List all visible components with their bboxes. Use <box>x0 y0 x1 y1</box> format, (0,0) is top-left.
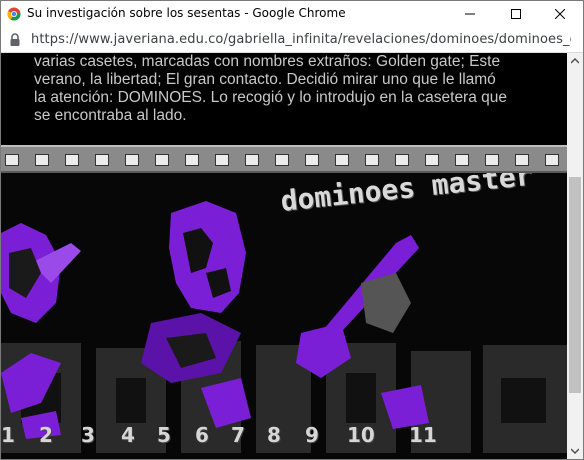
url-text[interactable]: https://www.javeriana.edu.co/gabriella_i… <box>31 32 571 47</box>
track-number-nav: 1 2 3 4 5 6 7 8 9 10 11 <box>1 423 567 459</box>
track-link-4[interactable]: 4 <box>121 423 135 447</box>
minimize-icon <box>465 13 475 15</box>
track-link-7[interactable]: 7 <box>231 423 245 447</box>
scrollbar-thumb[interactable] <box>569 177 581 393</box>
film-hole <box>35 154 49 166</box>
story-line: varias casetes, marcadas con nombres ext… <box>34 53 501 70</box>
film-hole <box>515 154 529 166</box>
story-line: se encontraba al lado. <box>34 107 187 124</box>
film-hole <box>215 154 229 166</box>
scroll-down-button[interactable] <box>567 443 583 459</box>
track-link-10[interactable]: 10 <box>347 423 375 447</box>
close-button[interactable] <box>537 1 583 27</box>
track-link-8[interactable]: 8 <box>267 423 281 447</box>
film-hole <box>185 154 199 166</box>
film-hole <box>245 154 259 166</box>
scroll-up-button[interactable] <box>567 53 583 69</box>
page-viewport: varias casetes, marcadas con nombres ext… <box>1 53 567 459</box>
track-link-2[interactable]: 2 <box>39 423 53 447</box>
maximize-button[interactable] <box>493 1 539 27</box>
track-link-1[interactable]: 1 <box>1 423 15 447</box>
lock-icon[interactable] <box>9 33 21 47</box>
film-hole <box>485 154 499 166</box>
track-link-9[interactable]: 9 <box>305 423 319 447</box>
film-hole <box>365 154 379 166</box>
story-paragraph: varias casetes, marcadas con nombres ext… <box>34 53 544 125</box>
chevron-down-icon <box>571 448 579 454</box>
address-bar[interactable]: https://www.javeriana.edu.co/gabriella_i… <box>1 27 583 53</box>
track-link-6[interactable]: 6 <box>195 423 209 447</box>
chrome-icon <box>7 7 21 21</box>
film-hole <box>5 154 19 166</box>
title-bar: Su investigación sobre los sesentas - Go… <box>1 1 583 27</box>
story-line: verano, la libertad; El gran contacto. D… <box>34 71 496 88</box>
film-hole <box>545 154 559 166</box>
track-link-11[interactable]: 11 <box>409 423 437 447</box>
dominoes-poster: dominoes master 1 2 3 4 5 6 7 8 9 10 11 <box>1 173 567 459</box>
track-link-5[interactable]: 5 <box>157 423 171 447</box>
film-hole <box>125 154 139 166</box>
close-icon <box>555 9 565 19</box>
film-hole <box>95 154 109 166</box>
film-hole <box>305 154 319 166</box>
filmstrip-divider <box>1 145 567 173</box>
film-hole <box>155 154 169 166</box>
film-hole <box>335 154 349 166</box>
film-hole <box>395 154 409 166</box>
right-musician <box>361 273 411 333</box>
minimize-button[interactable] <box>447 1 493 27</box>
window-title: Su investigación sobre los sesentas - Go… <box>27 6 346 20</box>
track-link-3[interactable]: 3 <box>81 423 95 447</box>
story-line: la atención: DOMINOES. Lo recogió y lo i… <box>34 89 508 106</box>
maximize-icon <box>511 9 521 19</box>
vertical-scrollbar[interactable] <box>567 53 583 459</box>
film-hole <box>425 154 439 166</box>
chevron-up-icon <box>571 58 579 64</box>
film-hole <box>65 154 79 166</box>
browser-window: Su investigación sobre los sesentas - Go… <box>0 0 584 460</box>
film-hole <box>275 154 289 166</box>
film-hole <box>455 154 469 166</box>
